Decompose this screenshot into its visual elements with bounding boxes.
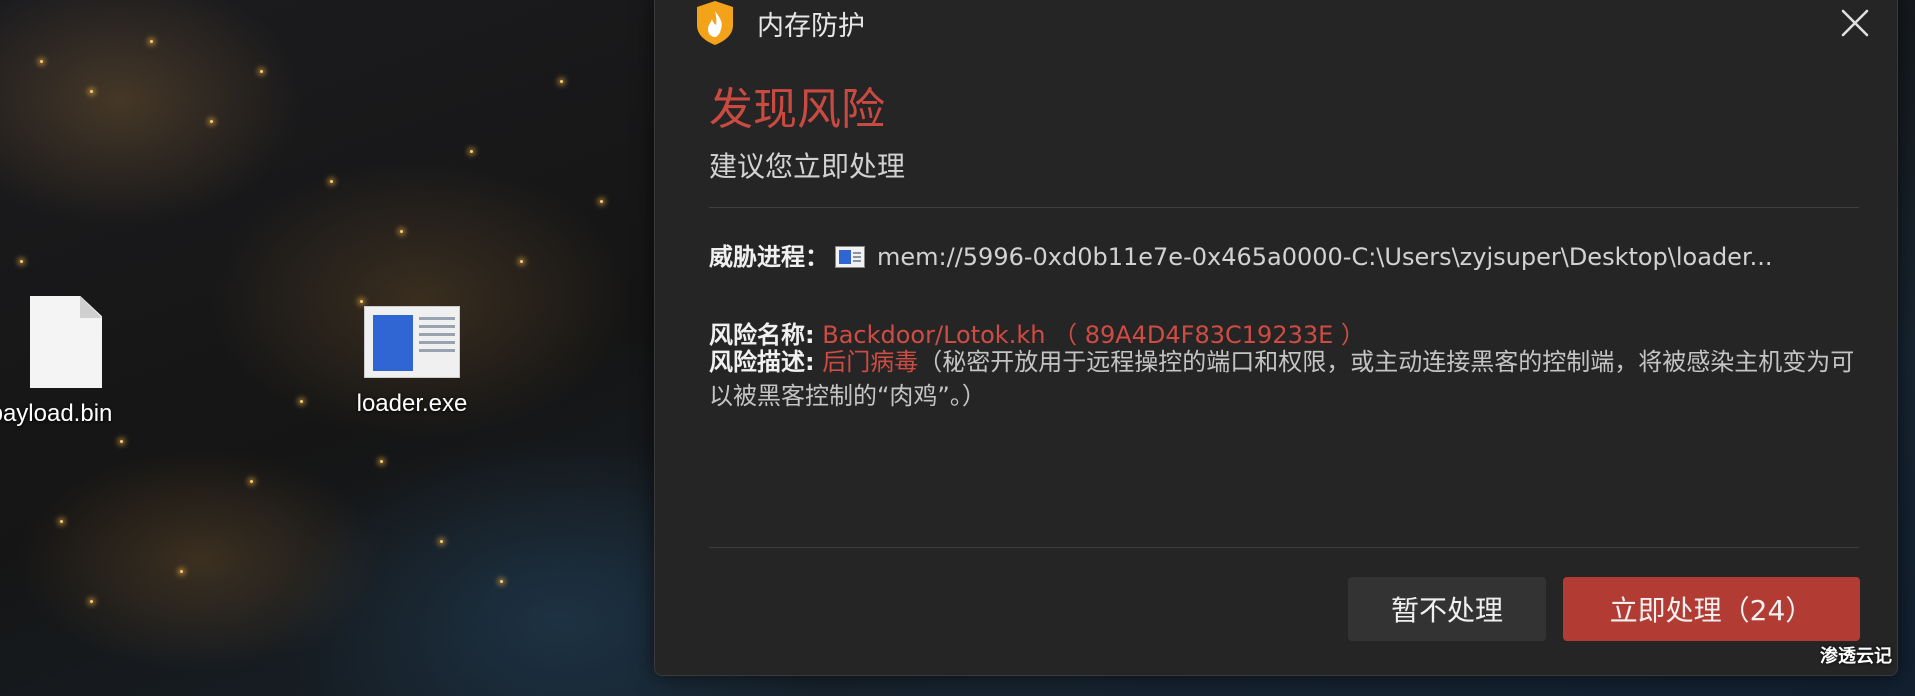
application-exe-icon xyxy=(364,306,460,378)
close-icon[interactable] xyxy=(1835,3,1875,43)
divider xyxy=(709,207,1859,208)
risk-desc-label: 风险描述: xyxy=(709,348,815,376)
desktop-icon-label: payload.bin xyxy=(0,400,113,427)
dialog-header: 内存防护 xyxy=(695,1,865,45)
threat-process-row: 威胁进程： mem://5996-0xd0b11e7e-0x465a0000-C:… xyxy=(709,237,1773,272)
risk-description: 风险描述: 后门病毒（秘密开放用于远程操控的端口和权限，或主动连接黑客的控制端，… xyxy=(709,345,1859,413)
memory-protection-dialog: 内存防护 发现风险 建议您立即处理 威胁进程： mem://5996-0xd0b1… xyxy=(654,0,1898,676)
process-window-icon xyxy=(835,246,865,268)
alert-title: 发现风险 xyxy=(709,84,885,135)
shield-flame-icon xyxy=(697,1,733,45)
process-label: 威胁进程： xyxy=(709,243,829,271)
desktop-icon-loader[interactable]: loader.exe xyxy=(342,296,482,418)
watermark: 渗透云记 xyxy=(1820,646,1892,667)
dialog-title: 内存防护 xyxy=(757,10,865,42)
desktop-icon-payload[interactable]: payload.bin xyxy=(0,296,136,428)
alert-subtitle: 建议您立即处理 xyxy=(709,150,906,183)
process-value: mem://5996-0xd0b11e7e-0x465a0000-C:\User… xyxy=(877,243,1773,271)
ignore-button[interactable]: 暂不处理 xyxy=(1348,577,1546,641)
risk-desc-type: 后门病毒 xyxy=(822,348,919,376)
divider xyxy=(709,547,1859,548)
desktop-icon-label: loader.exe xyxy=(356,390,468,417)
document-file-icon xyxy=(30,296,102,388)
handle-now-button[interactable]: 立即处理（24） xyxy=(1563,577,1860,641)
